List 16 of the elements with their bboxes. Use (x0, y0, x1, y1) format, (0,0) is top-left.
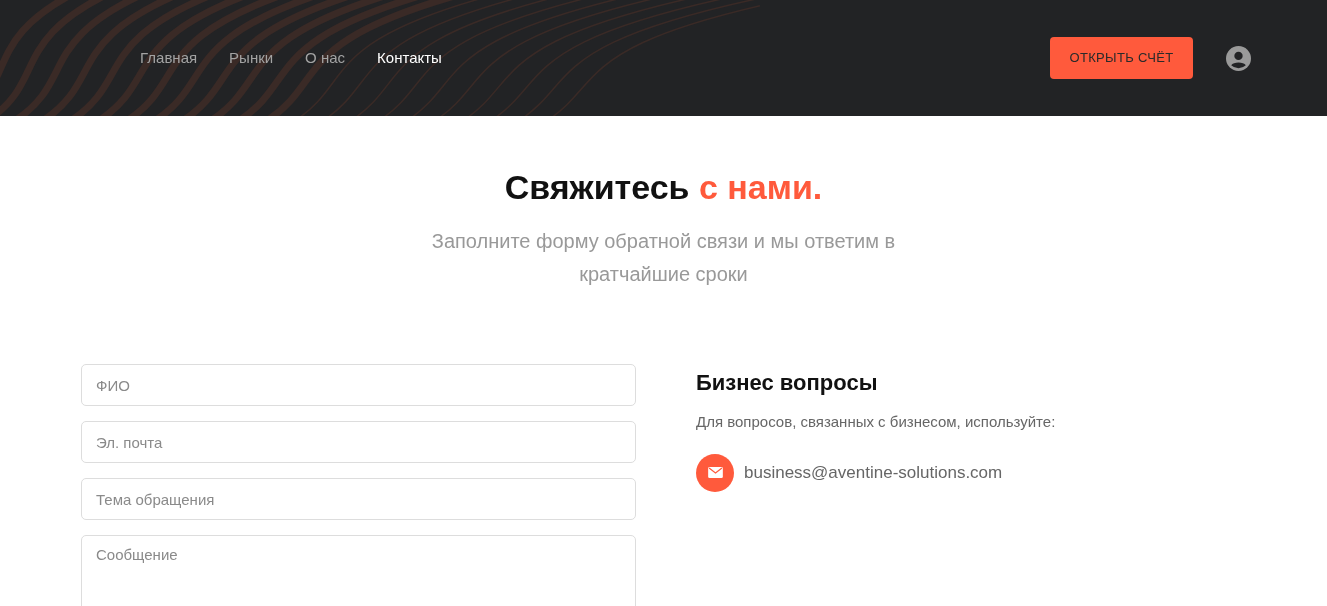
contact-description: Для вопросов, связанных с бизнесом, используйте: (696, 412, 1056, 432)
nav-link[interactable]: О нас (305, 46, 346, 70)
nav-link[interactable]: Рынки (229, 46, 274, 70)
page-heading: Свяжитесь с нами. (504, 167, 823, 208)
open-account-button[interactable]: ОТКРЫТЬ СЧЁТ (1050, 37, 1193, 79)
text-input-field[interactable]: ФИО (81, 364, 636, 406)
message-textarea[interactable]: Сообщение (81, 535, 636, 606)
mail-icon (696, 453, 734, 492)
email-link[interactable]: business@aventine-solutions.com (744, 459, 1003, 486)
section-heading: Бизнес вопросы (696, 369, 879, 397)
text-input-field[interactable]: Эл. почта (81, 421, 636, 463)
page-subtitle: Заполните форму обратной связи и мы ответим в кратчайшие сроки (430, 229, 897, 287)
user-avatar-icon[interactable] (1226, 45, 1251, 71)
nav-link[interactable]: Главная (140, 46, 198, 70)
text-input-field[interactable]: Тема обращения (81, 478, 636, 520)
nav-link[interactable]: Контакты (377, 46, 442, 70)
